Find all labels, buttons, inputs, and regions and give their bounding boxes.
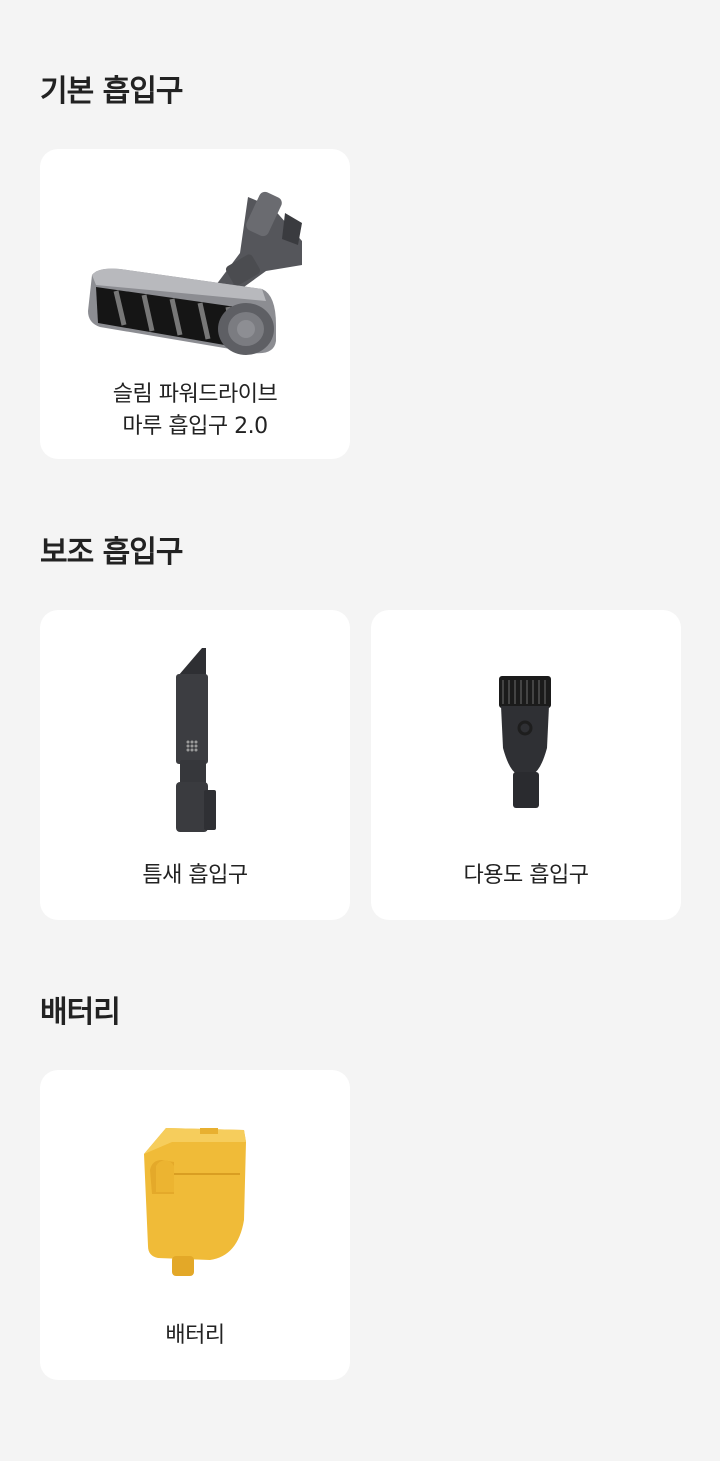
section-title-battery: 배터리 bbox=[40, 995, 121, 1030]
crevice-tool-icon bbox=[176, 648, 216, 832]
card-battery[interactable]: 배터리 bbox=[40, 1070, 350, 1380]
item-label: 다용도 흡입구 bbox=[463, 863, 589, 888]
battery-pack-icon bbox=[144, 1128, 246, 1276]
card-multi-purpose-brush[interactable]: 다용도 흡입구 bbox=[371, 610, 681, 920]
item-label: 슬림 파워드라이브 마루 흡입구 2.0 bbox=[112, 382, 278, 439]
section-title-auxiliary-nozzle: 보조 흡입구 bbox=[40, 535, 183, 570]
multi-purpose-brush-icon bbox=[499, 676, 551, 808]
power-drive-floor-nozzle-icon bbox=[88, 191, 302, 355]
item-label: 배터리 bbox=[165, 1323, 225, 1348]
card-crevice-tool[interactable]: 틈새 흡입구 bbox=[40, 610, 350, 920]
card-slim-power-drive-nozzle[interactable]: 슬림 파워드라이브 마루 흡입구 2.0 bbox=[40, 149, 350, 459]
section-title-basic-nozzle: 기본 흡입구 bbox=[40, 74, 183, 109]
item-label: 틈새 흡입구 bbox=[142, 863, 248, 888]
